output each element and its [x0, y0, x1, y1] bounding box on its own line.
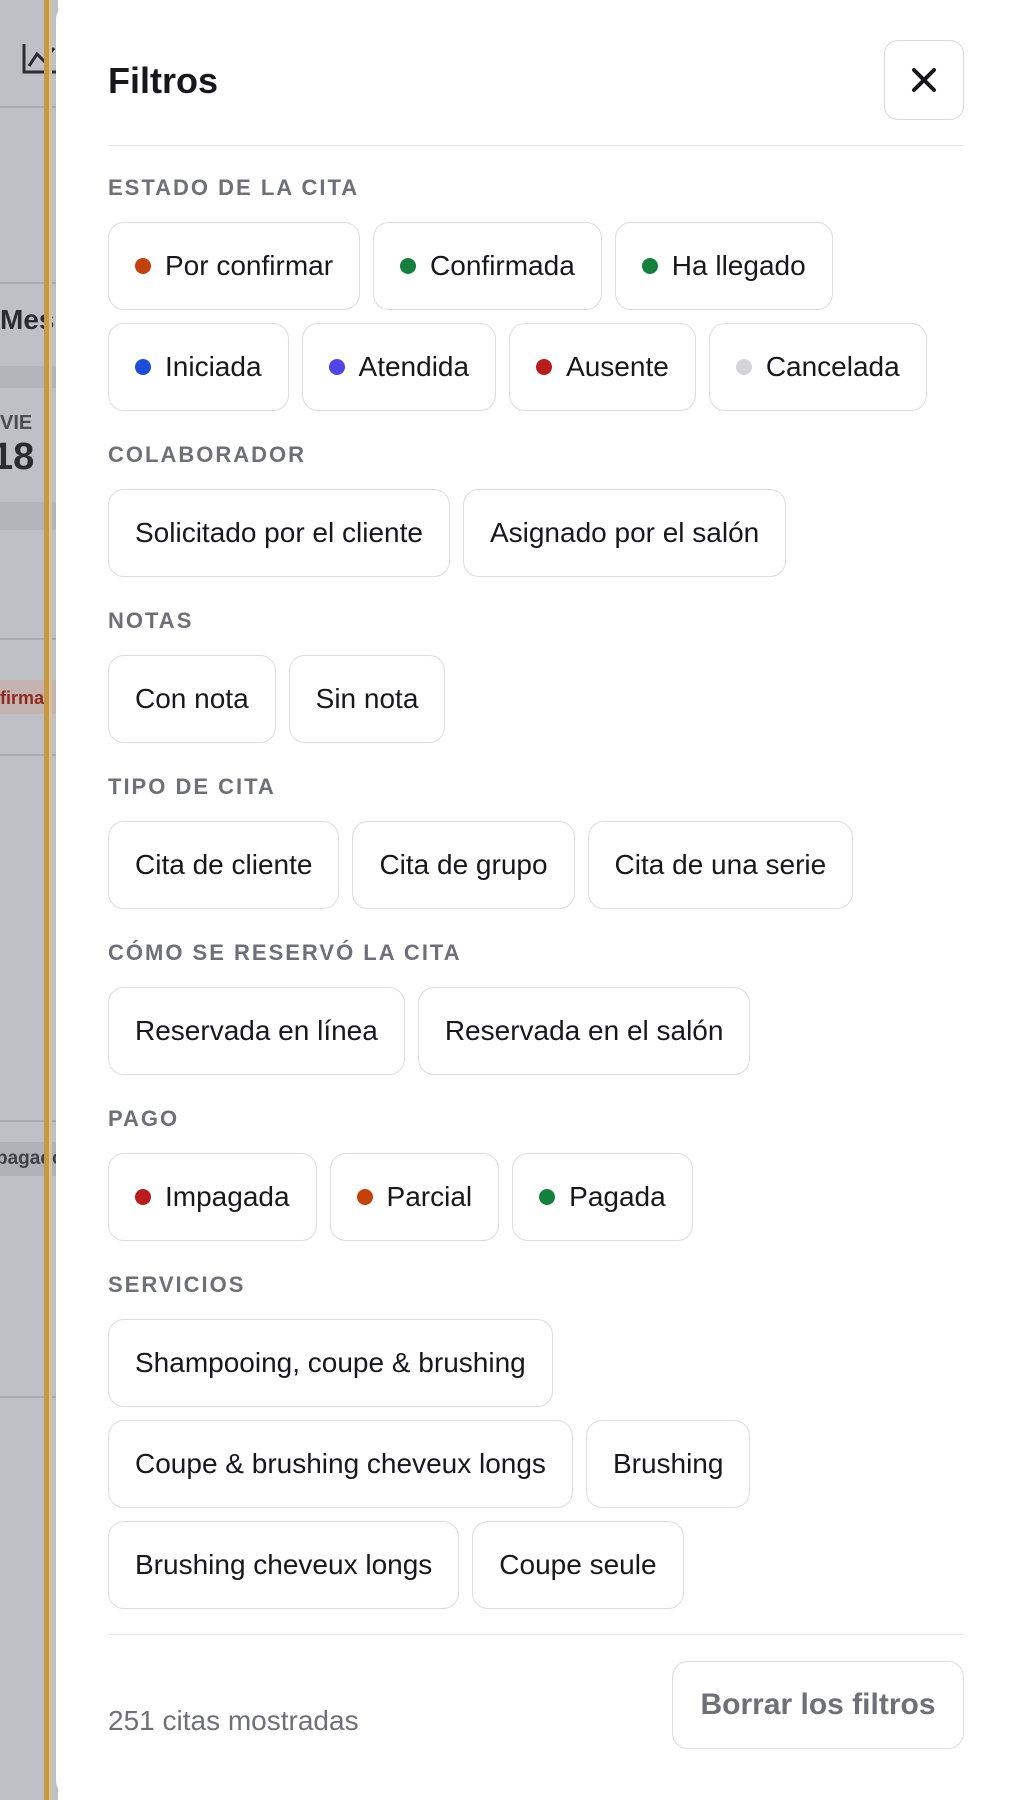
filter-chip-estado[interactable]: Cancelada: [708, 323, 927, 411]
status-dot-icon: [135, 258, 151, 274]
chip-group-tipo: Cita de cliente Cita de grupo Cita de una …: [108, 821, 964, 909]
filter-chip-label: Con nota: [135, 683, 249, 714]
filter-chip-label: Cita de grupo: [379, 849, 548, 880]
filter-chip-estado[interactable]: Por confirmar: [108, 222, 361, 310]
chart-line-icon: [22, 44, 58, 74]
day-number: 18: [0, 436, 35, 478]
section-notas: NOTAS Con nota Sin nota: [108, 609, 964, 743]
filter-chip-label: Ha llegado: [671, 250, 806, 281]
section-title: NOTAS: [108, 608, 194, 633]
status-dot-icon: [328, 359, 345, 375]
panel-title: Filtros: [108, 60, 219, 101]
filter-chip-label: Coupe & brushing cheveux longs: [135, 1448, 546, 1479]
status-dot-icon: [735, 359, 752, 375]
filter-chip-label: Reservada en línea: [135, 1015, 378, 1046]
section-title: ESTADO DE LA CITA: [108, 175, 360, 200]
filter-chip-reserva[interactable]: Reservada en el salón: [417, 987, 751, 1075]
filter-chip-tipo[interactable]: Cita de grupo: [352, 821, 575, 909]
filter-chip-servicios[interactable]: Shampooing, coupe & brushing: [108, 1319, 553, 1407]
filter-chip-label: Por confirmar: [165, 250, 334, 281]
filter-chip-label: Ausente: [566, 351, 669, 382]
section-title: TIPO DE CITA: [108, 774, 276, 799]
filter-chip-label: Cita de cliente: [135, 849, 313, 880]
status-dot-icon: [135, 1189, 151, 1205]
day-label: VIE: [0, 412, 33, 434]
filter-chip-label: Cita de una serie: [614, 849, 827, 880]
section-estado: ESTADO DE LA CITA Por confirmar Confirmad…: [108, 176, 964, 411]
filter-chip-notas[interactable]: Con nota: [108, 655, 276, 743]
status-dot-icon: [356, 1189, 373, 1205]
filter-chip-label: Shampooing, coupe & brushing: [135, 1347, 526, 1378]
filters-body[interactable]: ESTADO DE LA CITA Por confirmar Confirmad…: [108, 146, 964, 1634]
filter-chip-estado[interactable]: Confirmada: [373, 222, 602, 310]
filter-chip-servicios[interactable]: Brushing cheveux longs: [108, 1521, 460, 1609]
filter-chip-colaborador[interactable]: Asignado por el salón: [462, 489, 787, 577]
filter-chip-label: Parcial: [386, 1181, 473, 1212]
panel-footer: 251 citas mostradas Borrar los filtros: [108, 1634, 964, 1800]
filter-chip-notas[interactable]: Sin nota: [288, 655, 446, 743]
background-app: Mes VIE 18 firmar pagado: [0, 0, 58, 1800]
filter-chip-pago[interactable]: Pagada: [512, 1153, 693, 1241]
filter-chip-label: Confirmada: [430, 250, 575, 281]
filter-panel: Filtros ESTADO DE LA CITA Por confirmar C…: [56, 0, 1016, 1800]
filter-chip-estado[interactable]: Iniciada: [108, 323, 289, 411]
filter-chip-label: Solicitado por el cliente: [135, 517, 423, 548]
section-servicios: SERVICIOS Shampooing, coupe & brushing Co…: [108, 1273, 964, 1609]
section-pago: PAGO Impagada Parcial Pagada: [108, 1107, 964, 1241]
close-icon: [912, 68, 936, 92]
filter-chip-label: Brushing: [612, 1448, 724, 1479]
status-dot-icon: [536, 359, 553, 375]
section-tipo: TIPO DE CITA Cita de cliente Cita de grup…: [108, 775, 964, 909]
filter-chip-servicios[interactable]: Coupe seule: [472, 1521, 684, 1609]
chip-group-estado: Por confirmar Confirmada Ha llegado Iniciad…: [108, 222, 964, 411]
chip-group-pago: Impagada Parcial Pagada: [108, 1153, 964, 1241]
section-title: SERVICIOS: [108, 1272, 246, 1297]
filter-chip-label: Cancelada: [765, 351, 900, 382]
chip-group-notas: Con nota Sin nota: [108, 655, 964, 743]
section-title: PAGO: [108, 1106, 180, 1131]
filter-chip-colaborador[interactable]: Solicitado por el cliente: [108, 489, 450, 577]
chip-group-servicios: Shampooing, coupe & brushing Coupe & brus…: [108, 1319, 964, 1609]
filter-chip-servicios[interactable]: Coupe & brushing cheveux longs: [108, 1420, 573, 1508]
status-dot-icon: [135, 359, 151, 375]
filter-chip-label: Atendida: [358, 351, 470, 382]
close-button[interactable]: [884, 40, 964, 120]
filter-chip-label: Asignado por el salón: [489, 517, 760, 548]
filter-chip-label: Brushing cheveux longs: [135, 1549, 433, 1580]
filter-chip-label: Coupe seule: [499, 1549, 657, 1580]
filter-chip-label: Pagada: [569, 1181, 666, 1212]
section-reserva: CÓMO SE RESERVÓ LA CITA Reservada en lín…: [108, 941, 964, 1075]
clear-filters-button[interactable]: Borrar los filtros: [672, 1661, 964, 1749]
filter-chip-label: Reservada en el salón: [444, 1015, 724, 1046]
panel-header: Filtros: [108, 40, 964, 146]
filter-chip-tipo[interactable]: Cita de cliente: [108, 821, 340, 909]
section-colaborador: COLABORADOR Solicitado por el cliente Asi…: [108, 443, 964, 577]
results-count: 251 citas mostradas: [108, 1705, 359, 1736]
filter-chip-estado[interactable]: Atendida: [301, 323, 497, 411]
filter-chip-label: Sin nota: [315, 683, 419, 714]
status-dot-icon: [641, 258, 658, 274]
filter-chip-estado[interactable]: Ha llegado: [614, 222, 833, 310]
section-title: CÓMO SE RESERVÓ LA CITA: [108, 940, 462, 965]
section-title: COLABORADOR: [108, 442, 306, 467]
chip-group-colaborador: Solicitado por el cliente Asignado por el…: [108, 489, 964, 577]
filter-chip-pago[interactable]: Parcial: [329, 1153, 500, 1241]
status-dot-icon: [400, 258, 417, 274]
chip-group-reserva: Reservada en línea Reservada en el salón: [108, 987, 964, 1075]
filter-chip-label: Impagada: [165, 1181, 290, 1212]
status-dot-icon: [539, 1189, 556, 1205]
filter-chip-estado[interactable]: Ausente: [509, 323, 696, 411]
filter-chip-pago[interactable]: Impagada: [108, 1153, 317, 1241]
filter-chip-tipo[interactable]: Cita de una serie: [587, 821, 854, 909]
filter-chip-servicios[interactable]: Brushing: [585, 1420, 751, 1508]
filter-chip-label: Iniciada: [165, 351, 262, 382]
filter-chip-reserva[interactable]: Reservada en línea: [108, 987, 405, 1075]
